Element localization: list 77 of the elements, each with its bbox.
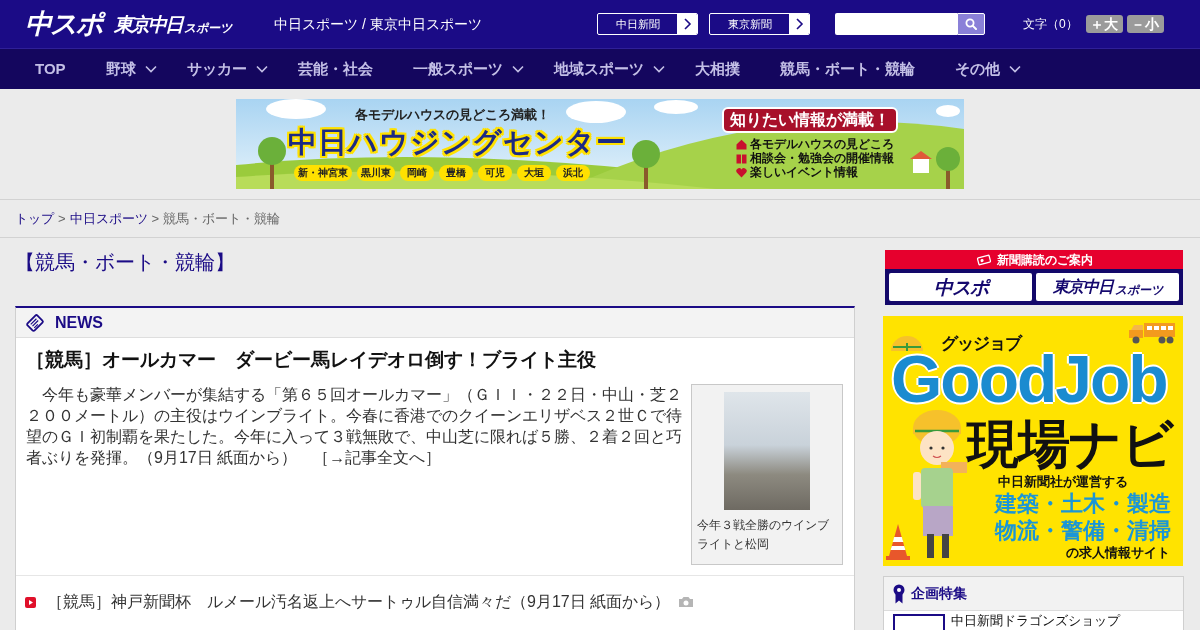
article-summary: 今年も豪華メンバーが集結する「第６５回オールカマー」（ＧＩＩ・２２日・中山・芝２２００メートル）の主役はウインブライト。今春に香港でのクイーンエリザベス２世Ｃで待望のＧＩ初制覇を果たした。今年に入って３戦無敗で、中山芝に限れば５勝、２着２回と巧者ぶりを発揮。（9月17日 紙面から） ［→記事全文へ］: [26, 385, 683, 468]
photo-caption: 今年３戦全勝のウインブライトと松岡: [696, 517, 830, 553]
location-tag: 浜北: [556, 165, 590, 181]
ad-title: 中日ハウジングセンター: [288, 125, 626, 159]
ribbon-icon: [893, 583, 905, 604]
ad-category-line: 建築・土木・製造: [995, 490, 1171, 517]
chevron-down-icon: [652, 65, 665, 73]
ad-title: 現場ナビ: [967, 414, 1173, 474]
location-tag: 大垣: [517, 165, 551, 181]
chevron-down-icon: [1008, 65, 1021, 73]
nav-item[interactable]: サッカー: [166, 49, 278, 89]
location-tag: 新・神宮東: [294, 165, 352, 181]
ticket-icon: [975, 253, 992, 266]
newspaper-icon: [25, 312, 45, 333]
nav-item[interactable]: TOP: [15, 49, 86, 89]
ad-point: 楽しいイベント情報: [750, 165, 858, 179]
headline-link[interactable]: ［競馬］オールカマー ダービー馬レイデオロ倒す！ブライト主役: [26, 346, 596, 374]
chevron-down-icon: [511, 65, 524, 73]
chevron-down-icon: [255, 65, 268, 73]
cloud-icon: [936, 105, 960, 117]
search-icon: [965, 18, 977, 30]
newspaper-logo-button[interactable]: 中スポ: [889, 273, 1032, 301]
chevron-right-icon: [789, 14, 809, 34]
page-title: 【競馬・ボート・競輪】: [15, 250, 235, 275]
chevron-right-icon: [677, 14, 697, 34]
ad-kicker: グッジョブ: [941, 335, 1021, 353]
traffic-cone-icon: [886, 524, 910, 560]
nav-item[interactable]: 競馬・ボート・競輪: [759, 49, 935, 89]
site-title: 中日スポーツ / 東京中日スポーツ: [274, 14, 483, 34]
newspaper-link[interactable]: 東京新聞: [709, 13, 810, 35]
feature-link[interactable]: 中日新聞ドラゴンズショップ: [951, 614, 1120, 628]
breadcrumb-link[interactable]: トップ: [15, 208, 54, 229]
cloud-icon: [654, 100, 698, 114]
nav-item[interactable]: 地域スポーツ: [533, 49, 675, 89]
helmet-icon: [889, 334, 925, 352]
search-field[interactable]: [835, 13, 957, 35]
news-heading: NEWS: [55, 312, 103, 333]
ad-operator: 中日新聞社が運営する: [998, 474, 1128, 489]
nav-item[interactable]: 大相撲: [674, 49, 760, 89]
location-tag: 黒川東: [357, 165, 395, 181]
cloud-icon: [266, 99, 326, 119]
breadcrumb-separator: >: [58, 209, 66, 228]
breadcrumb-current: 競馬・ボート・競輪: [163, 209, 281, 228]
ad-category-line: 物流・警備・清掃: [995, 517, 1171, 544]
book-icon: [736, 152, 747, 164]
news-link[interactable]: ［競馬］神戸新聞杯 ルメール汚名返上へサートゥル自信満々だ: [47, 590, 511, 614]
chevron-down-icon: [144, 65, 157, 73]
heart-icon: [736, 166, 747, 178]
nav-item[interactable]: 芸能・社会: [277, 49, 393, 89]
ad-tagline: 各モデルハウスの見どころ満載！: [355, 107, 550, 123]
breadcrumb-separator: >: [151, 209, 160, 228]
play-icon: [25, 596, 36, 608]
ad-tail: の求人情報サイト: [1066, 545, 1170, 560]
nav-item[interactable]: その他: [934, 49, 1031, 89]
full-article-link[interactable]: ［→記事全文へ］: [313, 449, 442, 466]
logo[interactable]: 東京中日スポーツ: [114, 14, 232, 34]
subscription-title: 新聞購読のご案内: [996, 251, 1093, 269]
news-source: （9月17日 紙面から）: [511, 592, 671, 612]
location-tag: 豊橋: [439, 165, 473, 181]
nav-item[interactable]: 野球: [85, 49, 167, 89]
ad-headline: 知りたい情報が満載！: [722, 107, 898, 133]
house-icon: [736, 138, 747, 150]
ad-banner[interactable]: 各モデルハウスの見どころ満載！ 中日ハウジングセンター 新・神宮東 黒川東 岡崎 豊橋 可児 大垣 浜北 知りたい情報が満載！ 各モデルハウスの見どころ 相談会・勉強会の開催情報 楽しいイベント情報: [236, 99, 964, 189]
breadcrumb-link[interactable]: 中日スポーツ: [69, 208, 148, 229]
text-size-label: 文字（0）: [1023, 16, 1078, 33]
features-heading: 企画特集: [911, 584, 967, 603]
house-icon: [910, 151, 932, 173]
cloud-icon: [566, 101, 626, 123]
search-button[interactable]: [957, 13, 985, 35]
ad-point: 相談会・勉強会の開催情報: [750, 151, 894, 165]
ad-point: 各モデルハウスの見どころ: [750, 137, 894, 151]
location-tag: 岡崎: [400, 165, 434, 181]
nav-item[interactable]: 一般スポーツ: [392, 49, 534, 89]
truck-icon: [1128, 322, 1176, 344]
location-tag: 可児: [478, 165, 512, 181]
ad-brand: GoodJob: [891, 353, 1167, 405]
newspaper-link[interactable]: 中日新聞: [597, 13, 698, 35]
